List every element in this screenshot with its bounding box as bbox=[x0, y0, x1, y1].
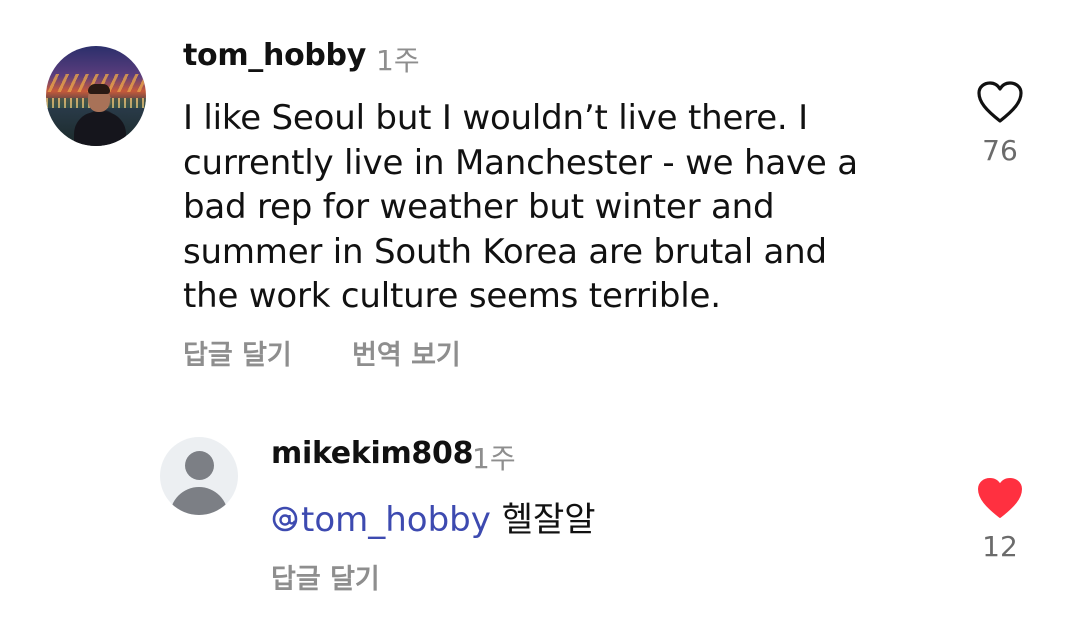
like-count: 76 bbox=[982, 134, 1018, 167]
reply-username[interactable]: mikekim808 bbox=[271, 436, 473, 471]
comment-time: 1주 bbox=[376, 44, 420, 77]
mention-link[interactable]: tom_hobby bbox=[271, 500, 502, 540]
avatar[interactable] bbox=[160, 437, 238, 515]
reply-text: 헬잘알 bbox=[501, 500, 596, 540]
threads-at-icon bbox=[272, 506, 298, 532]
translate-button[interactable]: 번역 보기 bbox=[352, 333, 461, 372]
like-button[interactable]: 76 bbox=[970, 80, 1030, 167]
comment-line: currently live in Manchester - we have a bbox=[183, 142, 858, 183]
avatar[interactable] bbox=[46, 46, 146, 146]
like-button[interactable]: 12 bbox=[970, 476, 1030, 563]
comment-line: the work culture seems terrible. bbox=[183, 276, 721, 316]
comment-line: bad rep for weather but winter and bbox=[183, 187, 775, 227]
reply-button[interactable]: 답글 달기 bbox=[271, 557, 380, 596]
comment-body: I like Seoul but I wouldn’t live there. … bbox=[183, 96, 923, 319]
heart-filled-icon bbox=[978, 478, 1022, 518]
heart-outline-icon bbox=[977, 81, 1023, 123]
like-count: 12 bbox=[982, 530, 1018, 563]
reply-button[interactable]: 답글 달기 bbox=[183, 333, 292, 372]
comment-line: I like Seoul but I wouldn’t live there. … bbox=[183, 98, 808, 138]
reply-body: tom_hobby 헬잘알 bbox=[271, 492, 596, 541]
mention-username: tom_hobby bbox=[301, 500, 491, 540]
reply-time: 1주 bbox=[472, 442, 516, 475]
comment-line: summer in South Korea are brutal and bbox=[183, 231, 827, 272]
comment-username[interactable]: tom_hobby bbox=[183, 38, 366, 73]
